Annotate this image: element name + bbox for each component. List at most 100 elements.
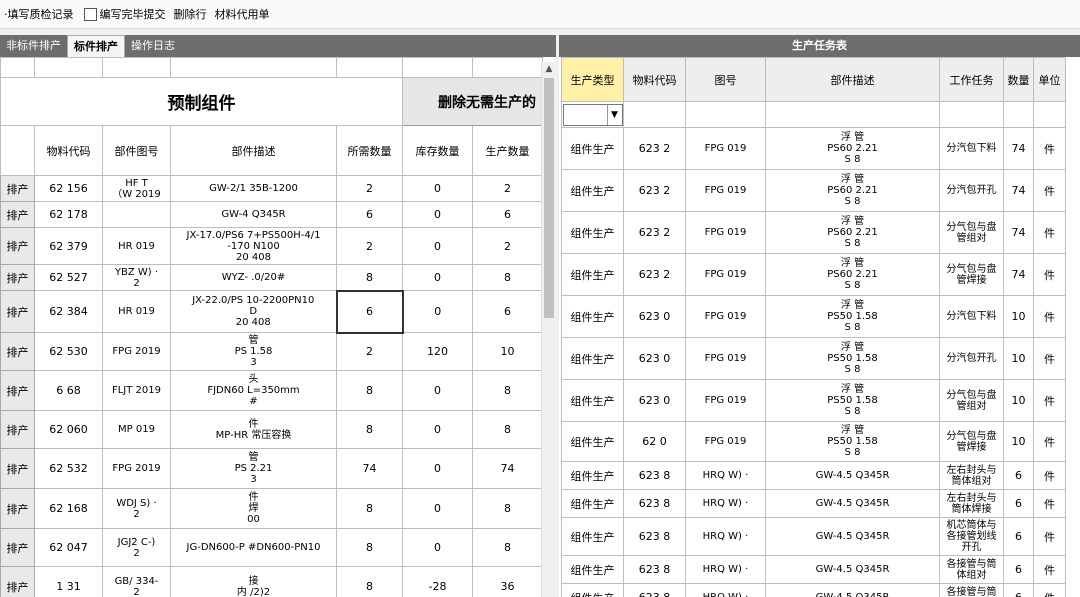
submit-after-edit-checkbox[interactable]: 编写完毕提交 [78, 6, 166, 22]
production-qty-cell: 6 [472, 290, 543, 333]
required-qty-cell[interactable]: 8 [336, 528, 403, 567]
col-quantity[interactable]: 数量 [1003, 57, 1034, 102]
code-cell: 62 0 [623, 421, 686, 462]
schedule-button[interactable]: 排产 [0, 227, 35, 265]
col-part-desc[interactable]: 部件描述 [765, 57, 940, 102]
stock-qty-cell: -28 [402, 566, 473, 597]
work-task-cell: 左右封头与 筒体焊接 [939, 489, 1004, 518]
quantity-cell: 6 [1003, 583, 1034, 597]
col-drawing[interactable]: 图号 [685, 57, 766, 102]
material-code-cell: 62 532 [34, 448, 103, 489]
checkbox-icon[interactable] [83, 7, 97, 21]
description-cell: JX-22.0/PS 10-2200PN10 D 20 408 [170, 290, 337, 333]
quantity-cell: 6 [1003, 517, 1034, 556]
stock-qty-cell: 0 [402, 488, 473, 529]
description-cell: 头 FJDN60 L=350mm # [170, 370, 337, 411]
material-code-cell: 62 384 [34, 290, 103, 333]
scroll-thumb[interactable] [544, 78, 554, 318]
required-qty-cell[interactable]: 74 [336, 448, 403, 489]
unit-cell: 件 [1033, 127, 1066, 170]
required-qty-cell[interactable]: 2 [336, 227, 403, 265]
production-qty-cell: 6 [472, 201, 543, 228]
col-production-type[interactable]: 生产类型 [561, 57, 624, 102]
schedule-button[interactable]: 排产 [0, 264, 35, 291]
production-qty-cell: 8 [472, 488, 543, 529]
unit-cell: 件 [1033, 337, 1066, 380]
table-row: 组件生产 623 0 FPG 019 浮 管 PS50 1.58 S 8 分气包与盘 管… [561, 379, 1066, 422]
schedule-button[interactable]: 排产 [0, 448, 35, 489]
required-qty-cell[interactable]: 8 [336, 566, 403, 597]
code-cell: 623 2 [623, 127, 686, 170]
quantity-cell: 74 [1003, 127, 1034, 170]
production-qty-cell: 74 [472, 448, 543, 489]
table-row: 组件生产 623 0 FPG 019 浮 管 PS50 1.58 S 8 分汽包开孔 10… [561, 337, 1066, 380]
table-row: 组件生产 623 8 HRQ W) · GW-4.5 Q345R 左右封头与 筒体焊接 6… [561, 489, 1066, 518]
required-qty-cell[interactable]: 8 [336, 488, 403, 529]
schedule-button[interactable]: 排产 [0, 566, 35, 597]
drawing-cell: HRQ W) · [685, 517, 766, 556]
schedule-button[interactable]: 排产 [0, 488, 35, 529]
required-qty-cell[interactable]: 8 [336, 264, 403, 291]
left-grid: 预制组件 删除无需生产的 物料代码 部件图号 部件描述 所需数量 库存数量 生产… [0, 57, 543, 597]
schedule-button[interactable]: 排产 [0, 528, 35, 567]
schedule-button[interactable]: 排产 [0, 175, 35, 202]
stock-qty-cell: 0 [402, 448, 473, 489]
work-task-cell: 左右封头与 筒体组对 [939, 461, 1004, 490]
table-row: 排产 62 168 WDJ S) · 2件 焊 00 8 0 8 [0, 488, 543, 529]
scroll-up-icon[interactable]: ▲ [542, 62, 556, 76]
material-code-cell: 6 68 [34, 370, 103, 411]
task-table-title: 生产任务表 [559, 35, 1080, 57]
stock-qty-cell: 0 [402, 370, 473, 411]
unit-cell: 件 [1033, 379, 1066, 422]
tab-nonstandard[interactable]: 非标件排产 [0, 35, 67, 57]
description-cell: WYZ- .0/20# [170, 264, 337, 291]
fill-qc-record-button[interactable]: · 填写质检记录 [4, 6, 74, 22]
material-substitution-button[interactable]: 材料代用单 [215, 6, 270, 22]
schedule-button[interactable]: 排产 [0, 201, 35, 228]
description-cell: 件 MP-HR 常压容换 [170, 410, 337, 449]
description-cell: 接 内 /2)2 [170, 566, 337, 597]
required-qty-cell[interactable]: 6 [336, 201, 403, 228]
chevron-down-icon[interactable]: ▼ [606, 104, 622, 125]
part-desc-cell: 浮 管 PS50 1.58 S 8 [765, 337, 940, 380]
description-cell: GW-4 Q345R [170, 201, 337, 228]
unit-cell: 件 [1033, 489, 1066, 518]
required-qty-cell[interactable]: 2 [336, 332, 403, 371]
stock-qty-cell: 0 [402, 227, 473, 265]
quantity-cell: 10 [1003, 421, 1034, 462]
tab-operation-log[interactable]: 操作日志 [125, 35, 181, 57]
col-unit[interactable]: 单位 [1033, 57, 1066, 102]
table-row: 组件生产 623 2 FPG 019 浮 管 PS60 2.21 S 8 分汽包开孔 74… [561, 169, 1066, 212]
col-code[interactable]: 物料代码 [623, 57, 686, 102]
drawing-cell: FPG 019 [685, 379, 766, 422]
unit-cell: 件 [1033, 295, 1066, 338]
schedule-button[interactable]: 排产 [0, 290, 35, 333]
drawing-cell: HRQ W) · [685, 555, 766, 584]
required-qty-cell[interactable]: 8 [336, 410, 403, 449]
table-row: 组件生产 623 8 HRQ W) · GW-4.5 Q345R 各接管与筒 体组对 6 件 [561, 555, 1066, 584]
code-cell: 623 8 [623, 461, 686, 490]
schedule-button[interactable]: 排产 [0, 370, 35, 411]
part-desc-cell: GW-4.5 Q345R [765, 489, 940, 518]
schedule-button[interactable]: 排产 [0, 410, 35, 449]
schedule-button[interactable]: 排产 [0, 332, 35, 371]
delete-unneeded-button[interactable]: 删除无需生产的 [402, 77, 543, 126]
left-scrollbar[interactable]: ▲ [541, 62, 556, 597]
code-cell: 623 0 [623, 295, 686, 338]
production-type-filter[interactable]: ▼ [562, 103, 623, 126]
left-panel: 非标件排产 标件排产 操作日志 预制组件 删除无需生产的 物料代码 部件图号 部… [0, 35, 556, 597]
delete-row-button[interactable]: 删除行 [174, 6, 207, 22]
quantity-cell: 74 [1003, 211, 1034, 254]
required-qty-cell[interactable]: 6 [335, 289, 404, 334]
tab-standard[interactable]: 标件排产 [67, 35, 125, 57]
part-desc-cell: GW-4.5 Q345R [765, 555, 940, 584]
production-type-cell: 组件生产 [561, 555, 624, 584]
material-code-cell: 62 379 [34, 227, 103, 265]
stock-qty-cell: 0 [402, 410, 473, 449]
required-qty-cell[interactable]: 8 [336, 370, 403, 411]
drawing-cell: FPG 019 [685, 337, 766, 380]
col-work-task[interactable]: 工作任务 [939, 57, 1004, 102]
required-qty-cell[interactable]: 2 [336, 175, 403, 202]
production-qty-cell: 36 [472, 566, 543, 597]
table-row: 排产 62 178 GW-4 Q345R 6 0 6 [0, 201, 543, 228]
